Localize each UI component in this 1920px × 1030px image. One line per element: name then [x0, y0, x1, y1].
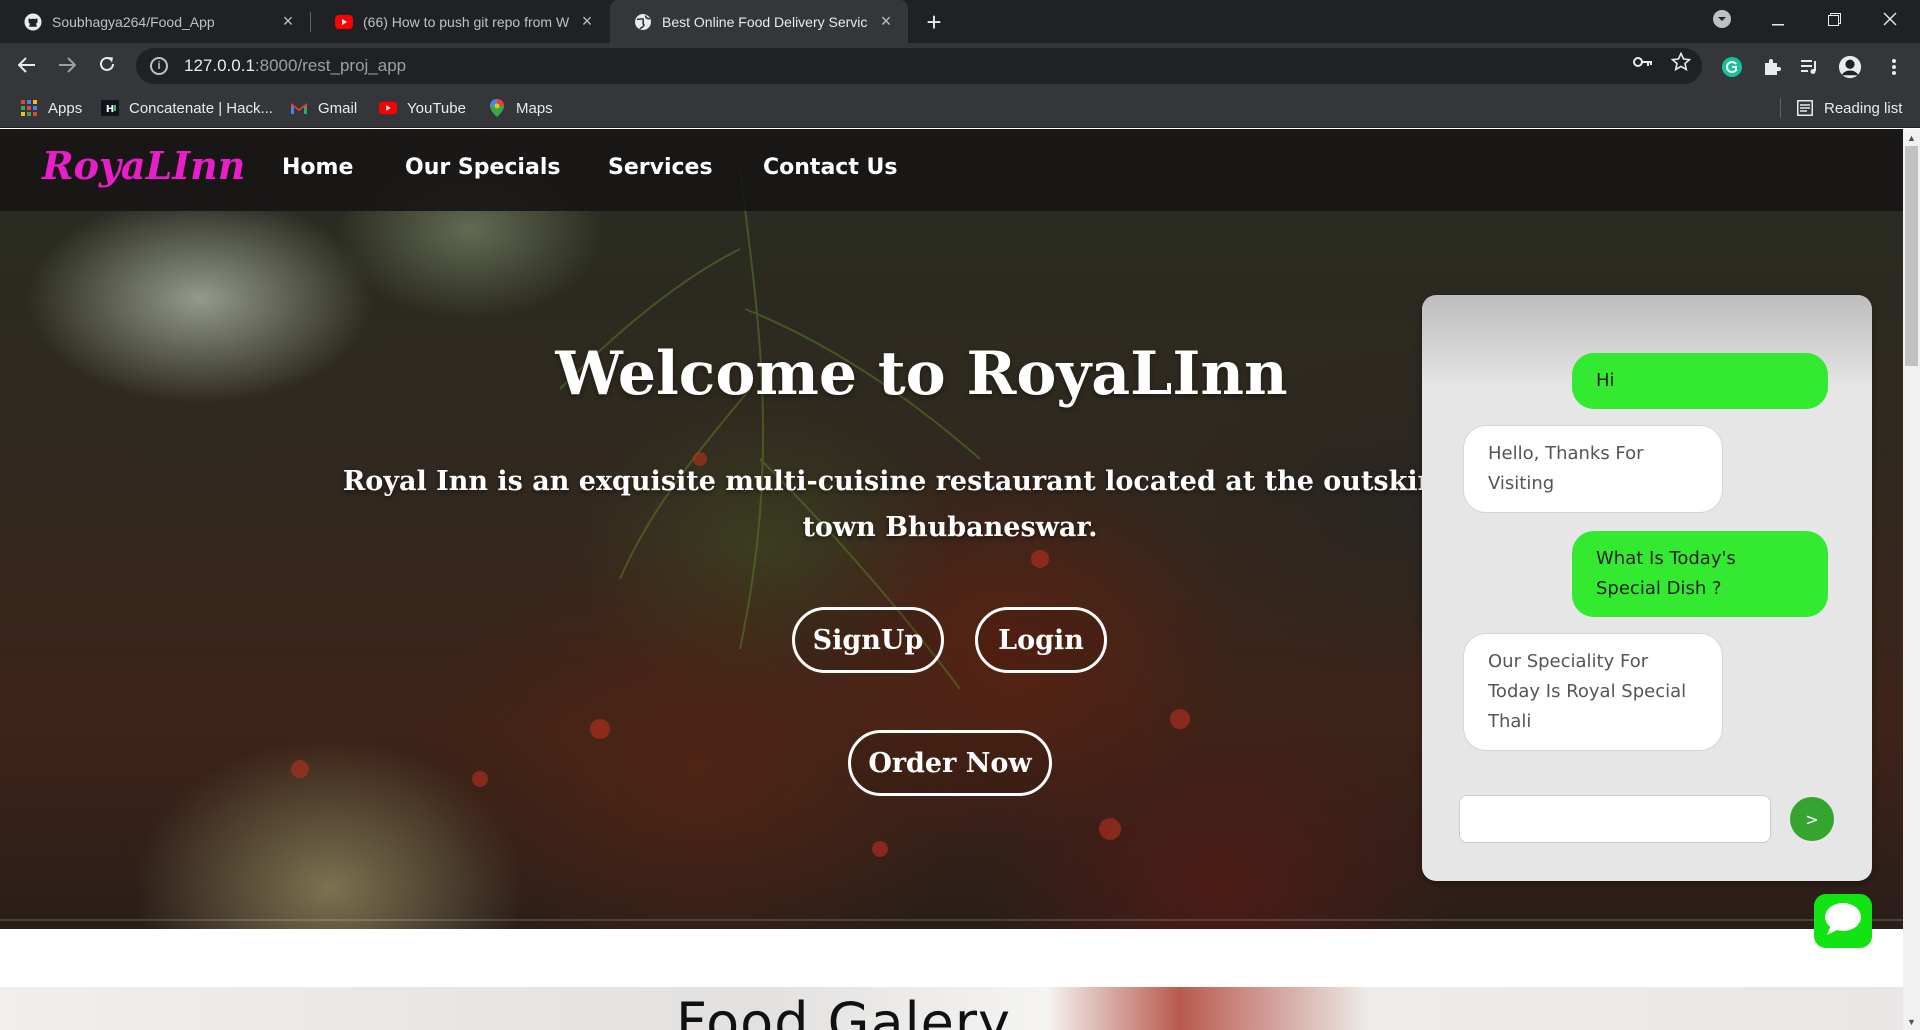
- bookmarks-bar: Apps H Concatenate | Hack... Gmail YouTu…: [0, 88, 1920, 128]
- svg-text:H: H: [106, 104, 114, 115]
- url-path: :8000/rest_proj_app: [254, 56, 407, 75]
- chevron-down-icon: [1712, 9, 1732, 34]
- kebab-menu-icon[interactable]: [1882, 55, 1906, 79]
- reading-list-button[interactable]: Reading list: [1796, 97, 1902, 119]
- order-now-button[interactable]: Order Now: [848, 730, 1052, 796]
- extensions-icon[interactable]: [1760, 55, 1784, 79]
- chat-message-bot: Our Speciality For Today Is Royal Specia…: [1464, 634, 1722, 750]
- forward-button[interactable]: [50, 49, 84, 83]
- apps-grid-icon: [20, 99, 38, 117]
- grammarly-icon[interactable]: [1720, 55, 1744, 79]
- bookmark-label: Maps: [516, 99, 553, 117]
- browser-tab-bar: Soubhagya264/Food_App × (66) How to push…: [0, 0, 1920, 43]
- chat-toggle-button[interactable]: [1814, 894, 1872, 948]
- close-window-button[interactable]: [1862, 0, 1918, 43]
- tab-search-button[interactable]: [1694, 0, 1750, 43]
- nav-link-our-specials[interactable]: Our Specials: [405, 155, 560, 180]
- bookmark-divider: [1780, 98, 1781, 118]
- reading-list-label: Reading list: [1824, 99, 1903, 117]
- scroll-thumb[interactable]: [1905, 146, 1918, 366]
- maps-pin-icon: [488, 99, 506, 117]
- media-control-icon[interactable]: [1798, 55, 1822, 79]
- globe-icon: [634, 13, 652, 31]
- tab-title: Best Online Food Delivery Service: [662, 13, 868, 30]
- arrow-right-icon: [58, 53, 77, 79]
- restore-button[interactable]: [1806, 0, 1862, 43]
- close-icon[interactable]: ×: [278, 11, 298, 32]
- page-scrollbar[interactable]: ▲ ▼: [1903, 129, 1920, 1030]
- restore-icon: [1827, 12, 1841, 31]
- close-icon[interactable]: ×: [876, 11, 896, 32]
- nav-link-services[interactable]: Services: [608, 155, 713, 180]
- site-logo[interactable]: RoyaLInn: [42, 143, 245, 188]
- chat-window: Hi Hello, Thanks For Visiting What Is To…: [1422, 295, 1872, 881]
- browser-toolbar: i 127.0.0.1:8000/rest_proj_app: [0, 43, 1920, 88]
- url-host: 127.0.0.1: [184, 56, 255, 75]
- bookmark-hackerrank[interactable]: H Concatenate | Hack...: [101, 97, 273, 119]
- close-icon[interactable]: ×: [577, 11, 597, 32]
- signup-button[interactable]: SignUp: [792, 607, 944, 673]
- tab-title: (66) How to push git repo from W: [363, 13, 569, 30]
- hero-description: Royal Inn is an exquisite multi-cuisine …: [342, 466, 1558, 543]
- chat-bubble-icon: [1823, 901, 1863, 942]
- reload-icon: [98, 53, 116, 79]
- site-navbar: RoyaLInn Home Our Specials Services Cont…: [0, 129, 1903, 211]
- reading-list-icon: [1796, 99, 1814, 117]
- bookmark-label: Gmail: [318, 99, 358, 117]
- bookmark-label: Concatenate | Hack...: [129, 99, 273, 117]
- profile-avatar[interactable]: [1838, 55, 1862, 79]
- star-icon[interactable]: [1670, 51, 1692, 73]
- bookmark-youtube[interactable]: YouTube: [379, 97, 466, 119]
- hackerrank-icon: H: [101, 99, 119, 117]
- minimize-icon: [1772, 13, 1784, 31]
- youtube-icon: [335, 13, 353, 31]
- scroll-up-arrow-icon[interactable]: ▲: [1903, 129, 1920, 146]
- gallery-title: Food Galery: [676, 991, 1011, 1030]
- tab-title: Soubhagya264/Food_App: [52, 13, 215, 30]
- youtube-icon: [379, 99, 397, 117]
- close-icon: [1883, 12, 1897, 31]
- back-button[interactable]: [10, 49, 44, 83]
- chat-message-user: Hi: [1572, 353, 1828, 409]
- hero-divider: [0, 919, 1903, 921]
- nav-link-contact-us[interactable]: Contact Us: [763, 155, 897, 180]
- chat-message-user: What Is Today's Special Dish ?: [1572, 531, 1828, 617]
- bookmark-label: Apps: [48, 99, 83, 117]
- chat-input[interactable]: [1459, 795, 1771, 843]
- key-icon[interactable]: [1632, 51, 1654, 73]
- tab-food-delivery[interactable]: Best Online Food Delivery Service ×: [610, 0, 908, 43]
- info-icon[interactable]: i: [150, 57, 168, 75]
- bookmark-maps[interactable]: Maps: [488, 97, 553, 119]
- login-button[interactable]: Login: [975, 607, 1107, 673]
- chat-send-button[interactable]: >: [1790, 797, 1834, 841]
- gmail-icon: [290, 99, 308, 117]
- tab-youtube[interactable]: (66) How to push git repo from W ×: [311, 0, 609, 43]
- scroll-down-arrow-icon[interactable]: ▼: [1903, 1013, 1920, 1030]
- food-gallery-section: Food Galery: [0, 987, 1903, 1030]
- bookmark-gmail[interactable]: Gmail: [290, 97, 357, 119]
- chat-message-bot: Hello, Thanks For Visiting: [1464, 426, 1722, 512]
- github-icon: [24, 13, 42, 31]
- minimize-button[interactable]: [1750, 0, 1806, 43]
- reload-button[interactable]: [90, 49, 124, 83]
- bookmark-label: YouTube: [407, 99, 466, 117]
- new-tab-button[interactable]: +: [918, 6, 950, 38]
- nav-link-home[interactable]: Home: [282, 155, 353, 180]
- address-bar[interactable]: i 127.0.0.1:8000/rest_proj_app: [136, 48, 1702, 84]
- bookmark-apps[interactable]: Apps: [20, 97, 82, 119]
- tab-github[interactable]: Soubhagya264/Food_App ×: [0, 0, 310, 43]
- arrow-left-icon: [17, 53, 36, 79]
